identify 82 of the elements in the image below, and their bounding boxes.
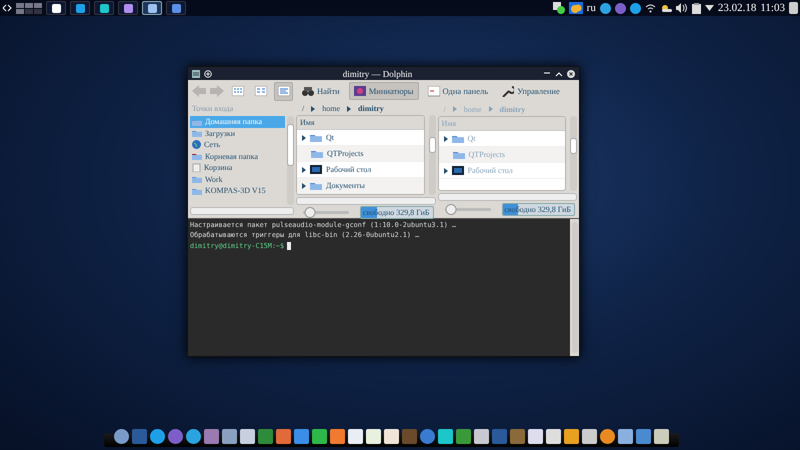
places-item[interactable]: Корзина <box>190 162 285 174</box>
clipboard-icon[interactable] <box>692 2 701 14</box>
app-icon <box>172 4 180 12</box>
tray-arrow-icon[interactable] <box>704 5 714 11</box>
desktop-icon <box>452 166 464 175</box>
place-label: Загрузки <box>205 128 236 138</box>
scrollbar[interactable] <box>570 116 577 191</box>
date: 23.02.18 <box>718 2 756 14</box>
scrollbar[interactable] <box>287 116 294 205</box>
network-icon[interactable] <box>552 2 565 14</box>
task-button[interactable] <box>46 1 66 15</box>
expand-arrow-icon[interactable] <box>302 166 306 172</box>
toolbar-button[interactable]: Управление <box>497 82 565 100</box>
expand-arrow-icon[interactable] <box>444 136 448 142</box>
task-button[interactable] <box>142 1 162 15</box>
place-label: Корзина <box>204 163 232 172</box>
app-icon <box>124 4 132 12</box>
wifi-icon[interactable] <box>644 3 656 13</box>
places-item[interactable]: Загрузки <box>190 128 285 139</box>
scrollbar[interactable] <box>570 219 579 356</box>
maximize-icon[interactable] <box>555 70 563 78</box>
file-name[interactable]: QTProjects <box>327 149 364 158</box>
volume-icon[interactable] <box>676 3 688 13</box>
expand-arrow-icon[interactable] <box>444 168 448 174</box>
chevron-icon <box>452 106 457 112</box>
task-button[interactable] <box>94 1 114 15</box>
globe-icon <box>192 140 201 150</box>
breadcrumb-item[interactable]: / <box>300 102 306 115</box>
breadcrumb-item[interactable]: dimitry <box>356 102 386 115</box>
place-label: Домашняя папка <box>205 117 262 126</box>
file-name[interactable]: Qt <box>326 133 334 142</box>
compact-view-icon <box>254 86 266 96</box>
expand-arrow-icon[interactable] <box>302 134 306 140</box>
scrollbar[interactable] <box>190 207 294 214</box>
toolbar-button[interactable]: Миниатюры <box>348 82 419 100</box>
places-item[interactable]: Work <box>190 174 285 185</box>
pager[interactable] <box>16 2 42 14</box>
details-view-icon <box>278 86 290 96</box>
chevron-icon <box>488 106 493 112</box>
split-panel-icon <box>428 86 440 96</box>
desktop-icon <box>310 165 322 174</box>
wrench-icon <box>502 86 514 96</box>
toolbar-button[interactable]: Одна панель <box>422 82 494 100</box>
icons-view-icon <box>232 86 244 96</box>
panel-heading: Точки входа <box>191 103 234 115</box>
app-menu-icon[interactable] <box>192 70 200 78</box>
file-name[interactable]: Рабочий стол <box>326 165 372 174</box>
app-icon <box>76 4 84 12</box>
cloud-icon[interactable] <box>568 2 583 14</box>
toolbar-button[interactable]: Найти <box>297 82 345 100</box>
file-name[interactable]: Документы <box>326 181 365 190</box>
text-cursor <box>287 242 292 250</box>
task-button[interactable] <box>118 1 138 15</box>
weather-icon[interactable] <box>660 3 672 13</box>
places-item[interactable]: Сеть <box>190 139 285 150</box>
launcher-icon[interactable] <box>2 3 12 13</box>
clock[interactable]: 11:03 <box>760 2 785 14</box>
scrollbar[interactable] <box>296 197 436 204</box>
app-icon <box>148 4 156 12</box>
breadcrumb-item[interactable]: home <box>320 102 342 115</box>
chevron-icon <box>311 106 316 112</box>
place-label: KOMPAS-3D V15 <box>205 186 266 196</box>
window-title: dimitry — Dolphin <box>342 68 414 78</box>
expand-arrow-icon[interactable] <box>302 182 306 188</box>
close-icon[interactable] <box>567 70 575 78</box>
pin-icon[interactable] <box>204 70 212 78</box>
binoculars-icon <box>302 86 314 96</box>
app-icon <box>52 4 60 12</box>
scrollbar[interactable] <box>428 115 436 195</box>
place-label: Work <box>205 174 223 184</box>
places-item[interactable]: Корневая папка <box>190 150 285 162</box>
scrollbar[interactable] <box>438 193 577 200</box>
app-icon <box>100 4 108 12</box>
places-item[interactable]: KOMPAS-3D V15 <box>190 185 285 196</box>
keyboard-layout[interactable]: ru <box>586 2 596 14</box>
place-label: Сеть <box>204 140 220 150</box>
task-button[interactable] <box>70 1 90 15</box>
preview-icon <box>354 86 366 96</box>
place-label: Корневая папка <box>205 152 258 161</box>
chevron-icon <box>347 106 352 112</box>
column-header[interactable]: Имя <box>300 118 315 127</box>
view-mode-button[interactable] <box>274 82 293 100</box>
